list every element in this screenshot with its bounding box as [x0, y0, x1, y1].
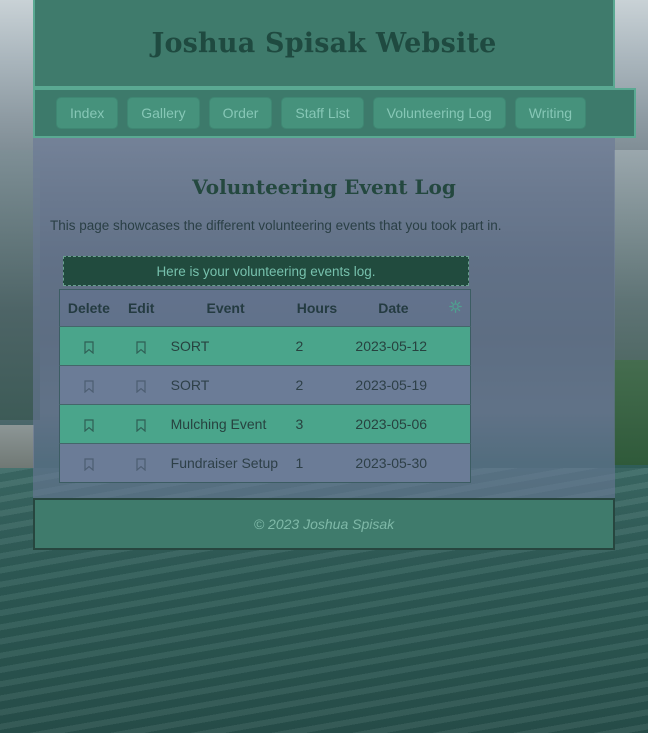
edit-button[interactable] — [117, 443, 165, 483]
background-shore-left — [0, 425, 34, 470]
page-heading: Volunteering Event Log — [192, 175, 456, 199]
site-header: Joshua Spisak Website — [33, 0, 615, 88]
hours-cell: 3 — [287, 404, 348, 444]
delete-button[interactable] — [59, 404, 118, 444]
delete-button[interactable] — [59, 365, 118, 405]
copyright-text: © 2023 Joshua Spisak — [253, 516, 395, 532]
column-header-date: Date — [347, 289, 441, 327]
date-cell: 2023-05-12 — [347, 326, 441, 366]
nav-volunteering-log-button[interactable]: Volunteering Log — [372, 97, 506, 129]
event-cell: SORT — [164, 365, 288, 405]
bookmark-icon — [136, 380, 146, 393]
table-row: Fundraiser Setup 1 2023-05-30 — [59, 443, 471, 483]
table-row: Mulching Event 3 2023-05-06 — [59, 404, 471, 444]
nav-writing-button[interactable]: Writing — [514, 97, 587, 129]
site-footer: © 2023 Joshua Spisak — [33, 498, 615, 550]
bookmark-icon — [84, 380, 94, 393]
site-title: Joshua Spisak Website — [151, 27, 497, 59]
event-cell: Fundraiser Setup — [164, 443, 288, 483]
edit-button[interactable] — [117, 404, 165, 444]
bookmark-icon — [84, 458, 94, 471]
table-header-row: Delete Edit Event Hours Date — [59, 289, 471, 327]
edit-button[interactable] — [117, 326, 165, 366]
date-cell: 2023-05-06 — [347, 404, 441, 444]
table-row: SORT 2 2023-05-12 — [59, 326, 471, 366]
event-cell: Mulching Event — [164, 404, 288, 444]
gear-icon — [448, 300, 462, 313]
event-cell: SORT — [164, 326, 288, 366]
column-header-event: Event — [164, 289, 288, 327]
empty-cell — [440, 365, 471, 405]
table-row: SORT 2 2023-05-19 — [59, 365, 471, 405]
volunteering-log-table: Delete Edit Event Hours Date SORT 2 2023… — [59, 289, 471, 483]
nav-gallery-button[interactable]: Gallery — [127, 97, 200, 129]
bookmark-icon — [136, 458, 146, 471]
date-cell: 2023-05-30 — [347, 443, 441, 483]
bookmark-icon — [136, 341, 146, 354]
empty-cell — [440, 326, 471, 366]
column-header-hours: Hours — [287, 289, 348, 327]
delete-button[interactable] — [59, 326, 118, 366]
edit-button[interactable] — [117, 365, 165, 405]
nav-index-button[interactable]: Index — [56, 97, 119, 129]
intro-text: This page showcases the different volunt… — [50, 218, 502, 233]
page-container: Joshua Spisak Website Index Gallery Orde… — [33, 0, 636, 550]
column-header-edit: Edit — [117, 289, 165, 327]
hours-cell: 2 — [287, 365, 348, 405]
table-settings-button[interactable] — [440, 289, 471, 327]
bookmark-icon — [136, 419, 146, 432]
log-notice-banner: Here is your volunteering events log. — [63, 256, 469, 286]
empty-cell — [440, 404, 471, 444]
bookmark-icon — [84, 419, 94, 432]
main-nav: Index Gallery Order Staff List Volunteer… — [33, 88, 636, 138]
column-header-delete: Delete — [59, 289, 118, 327]
hours-cell: 1 — [287, 443, 348, 483]
hours-cell: 2 — [287, 326, 348, 366]
background-trees-right — [614, 360, 648, 465]
empty-cell — [440, 443, 471, 483]
nav-order-button[interactable]: Order — [208, 97, 273, 129]
delete-button[interactable] — [59, 443, 118, 483]
nav-staff-list-button[interactable]: Staff List — [281, 97, 364, 129]
date-cell: 2023-05-19 — [347, 365, 441, 405]
bookmark-icon — [84, 341, 94, 354]
